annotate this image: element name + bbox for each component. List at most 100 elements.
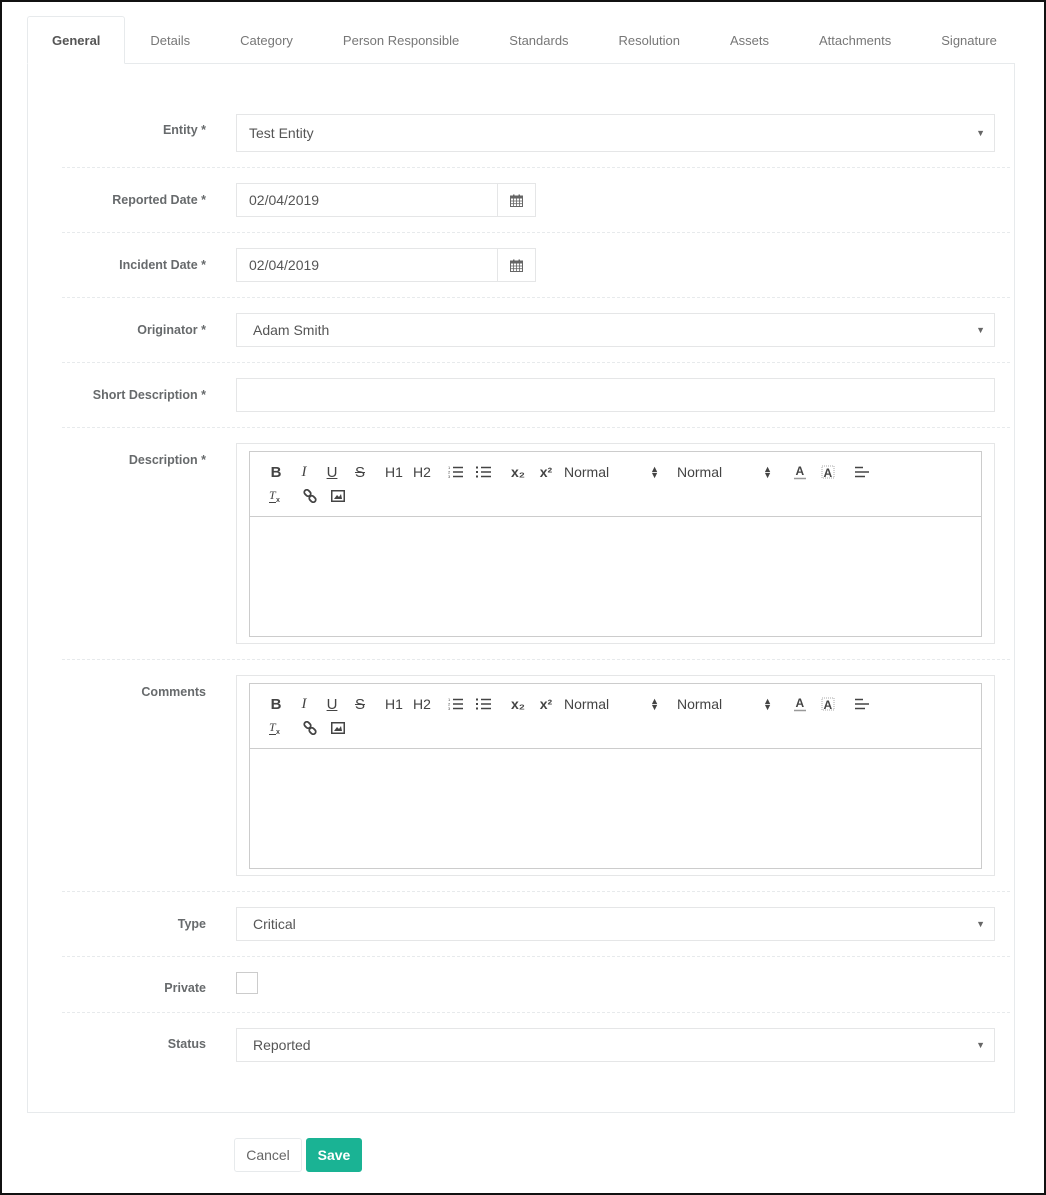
svg-text:A: A bbox=[824, 466, 833, 479]
superscript-button[interactable]: x² bbox=[532, 460, 560, 484]
background-color-icon: A bbox=[821, 465, 835, 479]
comments-row: Comments B I U S H1 H2 123 x₂ x² Normal … bbox=[62, 660, 1010, 892]
private-label: Private bbox=[164, 981, 206, 995]
tab-general[interactable]: General bbox=[27, 16, 126, 64]
caret-down-icon: ▼ bbox=[976, 325, 985, 335]
header-picker-value: Normal bbox=[677, 464, 723, 480]
h1-button[interactable]: H1 bbox=[380, 692, 408, 716]
tab-category[interactable]: Category bbox=[215, 16, 318, 64]
short-description-row: Short Description * bbox=[62, 363, 1010, 428]
link-icon bbox=[303, 489, 317, 503]
description-editor-wrapper: B I U S H1 H2 123 x₂ x² Normal ▲ ▼ Norma… bbox=[236, 443, 995, 644]
reported-date-calendar-button[interactable] bbox=[498, 183, 536, 217]
size-picker[interactable]: Normal ▲ ▼ bbox=[560, 460, 673, 484]
general-tab-panel: Entity * Test Entity ▼ Reported Date * 0… bbox=[27, 63, 1015, 1113]
bullet-list-button[interactable] bbox=[470, 460, 498, 484]
h2-button[interactable]: H2 bbox=[408, 692, 436, 716]
link-button[interactable] bbox=[296, 716, 324, 740]
image-button[interactable] bbox=[324, 716, 352, 740]
background-color-button[interactable]: A bbox=[814, 692, 842, 716]
comments-label: Comments bbox=[141, 685, 206, 699]
bullet-list-icon bbox=[476, 698, 491, 710]
tab-resolution[interactable]: Resolution bbox=[594, 16, 705, 64]
comments-editor-body[interactable] bbox=[250, 749, 981, 868]
originator-select[interactable]: Adam Smith ▼ bbox=[236, 313, 995, 347]
image-button[interactable] bbox=[324, 484, 352, 508]
caret-down-icon: ▼ bbox=[976, 1040, 985, 1050]
svg-text:x: x bbox=[276, 729, 280, 735]
reported-date-label: Reported Date * bbox=[112, 193, 206, 207]
caret-down-icon: ▼ bbox=[976, 919, 985, 929]
tab-person-responsible[interactable]: Person Responsible bbox=[318, 16, 484, 64]
tab-standards[interactable]: Standards bbox=[484, 16, 593, 64]
save-button[interactable]: Save bbox=[306, 1138, 362, 1172]
entity-select[interactable]: Test Entity ▼ bbox=[236, 114, 995, 152]
type-select[interactable]: Critical ▼ bbox=[236, 907, 995, 941]
clean-format-button[interactable]: Tx bbox=[262, 716, 290, 740]
status-select[interactable]: Reported ▼ bbox=[236, 1028, 995, 1062]
status-value: Reported bbox=[253, 1037, 311, 1053]
link-button[interactable] bbox=[296, 484, 324, 508]
calendar-icon bbox=[510, 259, 523, 272]
reported-date-input[interactable]: 02/04/2019 bbox=[236, 183, 498, 217]
ordered-list-button[interactable]: 123 bbox=[442, 692, 470, 716]
italic-button[interactable]: I bbox=[290, 460, 318, 484]
subscript-button[interactable]: x₂ bbox=[504, 692, 532, 716]
incident-date-calendar-button[interactable] bbox=[498, 248, 536, 282]
tab-details[interactable]: Details bbox=[125, 16, 215, 64]
entity-value: Test Entity bbox=[249, 125, 314, 141]
bold-button[interactable]: B bbox=[262, 692, 290, 716]
bullet-list-button[interactable] bbox=[470, 692, 498, 716]
description-row: Description * B I U S H1 H2 123 x₂ x² No… bbox=[62, 428, 1010, 660]
short-description-input[interactable] bbox=[236, 378, 995, 412]
private-checkbox[interactable] bbox=[236, 972, 258, 994]
description-label: Description * bbox=[128, 453, 206, 467]
comments-editor-wrapper: B I U S H1 H2 123 x₂ x² Normal ▲ ▼ Norma… bbox=[236, 675, 995, 876]
type-row: Type Critical ▼ bbox=[62, 892, 1010, 957]
svg-text:x: x bbox=[276, 497, 280, 503]
description-editor-body[interactable] bbox=[250, 517, 981, 636]
tab-attachments[interactable]: Attachments bbox=[794, 16, 916, 64]
status-row: Status Reported ▼ bbox=[62, 1013, 1010, 1078]
cancel-button[interactable]: Cancel bbox=[234, 1138, 302, 1172]
incident-date-input[interactable]: 02/04/2019 bbox=[236, 248, 498, 282]
header-picker[interactable]: Normal ▲ ▼ bbox=[673, 692, 786, 716]
reported-date-row: Reported Date * 02/04/2019 bbox=[62, 168, 1010, 233]
tab-assets[interactable]: Assets bbox=[705, 16, 794, 64]
underline-button[interactable]: U bbox=[318, 460, 346, 484]
text-color-icon: A bbox=[794, 696, 806, 712]
align-button[interactable] bbox=[848, 692, 876, 716]
description-editor: B I U S H1 H2 123 x₂ x² Normal ▲ ▼ Norma… bbox=[249, 451, 982, 637]
comments-editor: B I U S H1 H2 123 x₂ x² Normal ▲ ▼ Norma… bbox=[249, 683, 982, 869]
header-picker[interactable]: Normal ▲ ▼ bbox=[673, 460, 786, 484]
background-color-button[interactable]: A bbox=[814, 460, 842, 484]
h1-button[interactable]: H1 bbox=[380, 460, 408, 484]
size-picker-value: Normal bbox=[564, 464, 610, 480]
underline-button[interactable]: U bbox=[318, 692, 346, 716]
tab-bar: General Details Category Person Responsi… bbox=[27, 16, 1022, 64]
clear-format-icon: Tx bbox=[269, 489, 280, 503]
italic-button[interactable]: I bbox=[290, 692, 318, 716]
size-picker-value: Normal bbox=[564, 696, 610, 712]
ordered-list-button[interactable]: 123 bbox=[442, 460, 470, 484]
align-left-icon bbox=[855, 698, 869, 710]
h2-button[interactable]: H2 bbox=[408, 460, 436, 484]
clean-format-button[interactable]: Tx bbox=[262, 484, 290, 508]
align-button[interactable] bbox=[848, 460, 876, 484]
updown-icon: ▲ ▼ bbox=[650, 464, 659, 480]
status-label: Status bbox=[167, 1037, 206, 1051]
superscript-button[interactable]: x² bbox=[532, 692, 560, 716]
type-label: Type bbox=[177, 917, 206, 931]
text-color-button[interactable]: A bbox=[786, 692, 814, 716]
strike-button[interactable]: S bbox=[346, 692, 374, 716]
size-picker[interactable]: Normal ▲ ▼ bbox=[560, 692, 673, 716]
bold-button[interactable]: B bbox=[262, 460, 290, 484]
tab-signature[interactable]: Signature bbox=[916, 16, 1022, 64]
subscript-button[interactable]: x₂ bbox=[504, 460, 532, 484]
link-icon bbox=[303, 721, 317, 735]
background-color-icon: A bbox=[821, 697, 835, 711]
text-color-button[interactable]: A bbox=[786, 460, 814, 484]
image-icon bbox=[331, 490, 345, 502]
strike-button[interactable]: S bbox=[346, 460, 374, 484]
originator-label: Originator * bbox=[137, 323, 206, 337]
